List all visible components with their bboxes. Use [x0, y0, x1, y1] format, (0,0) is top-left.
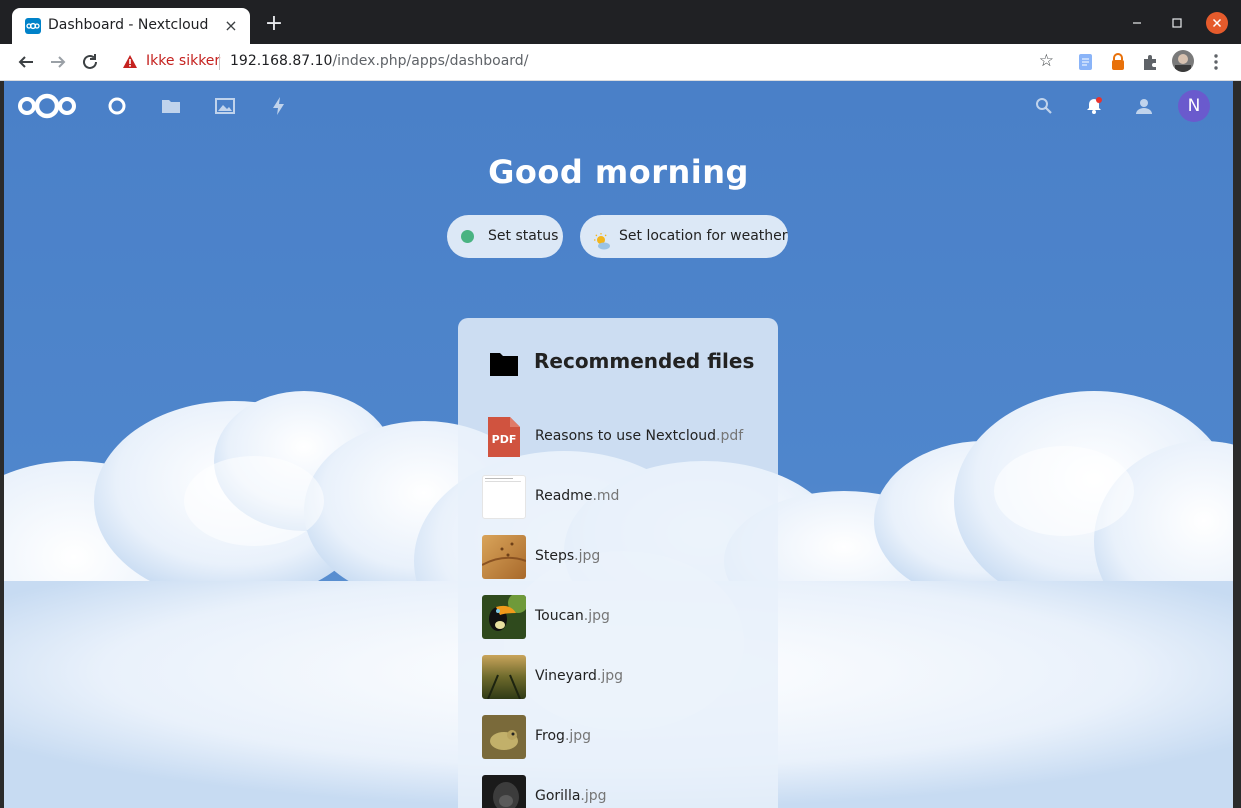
file-item[interactable]: Toucan.jpg — [482, 595, 772, 640]
security-label[interactable]: Ikke sikker — [146, 53, 220, 69]
image-thumbnail — [482, 655, 526, 699]
panel-title: Recommended files — [534, 349, 755, 373]
extensions-puzzle-icon[interactable] — [1140, 52, 1160, 72]
file-item[interactable]: Steps.jpg — [482, 535, 772, 580]
new-tab-button[interactable]: + — [262, 12, 286, 36]
forward-icon[interactable] — [46, 50, 70, 74]
weather-location-label: Set location for weather — [619, 228, 788, 244]
file-item[interactable]: Readme.md — [482, 475, 772, 520]
extension-lock-icon[interactable] — [1108, 52, 1128, 72]
nextcloud-page: N Good morning Set status Set location f… — [4, 81, 1233, 808]
search-icon[interactable] — [1032, 94, 1056, 118]
window-close-icon[interactable] — [1206, 12, 1228, 34]
status-online-icon — [461, 230, 474, 243]
file-item[interactable]: PDF Reasons to use Nextcloud.pdf — [482, 415, 772, 460]
set-status-label: Set status — [488, 228, 559, 244]
tab-bar: Dashboard - Nextcloud × + — [0, 0, 1241, 44]
photos-icon[interactable] — [213, 94, 237, 118]
image-thumbnail — [482, 775, 526, 808]
file-item[interactable]: Frog.jpg — [482, 715, 772, 760]
file-extension: .jpg — [583, 608, 610, 624]
files-icon[interactable] — [159, 94, 183, 118]
file-name: Gorilla — [535, 788, 581, 804]
back-icon[interactable] — [14, 50, 38, 74]
user-avatar[interactable]: N — [1178, 90, 1210, 122]
nextcloud-logo-icon[interactable] — [16, 91, 78, 121]
contacts-icon[interactable] — [1132, 94, 1156, 118]
tab-dashboard[interactable]: Dashboard - Nextcloud × — [12, 8, 250, 44]
activity-icon[interactable] — [267, 94, 291, 118]
separator — [219, 54, 220, 70]
image-thumbnail — [482, 535, 526, 579]
weather-sun-cloud-icon — [592, 227, 612, 270]
notifications-icon[interactable] — [1082, 94, 1106, 118]
browser-window: Dashboard - Nextcloud × + Ikke sikker 19… — [0, 0, 1241, 808]
browser-menu-icon[interactable] — [1206, 52, 1226, 72]
folder-icon — [489, 351, 519, 381]
profile-avatar-icon[interactable] — [1172, 50, 1194, 72]
extension-notes-icon[interactable] — [1076, 52, 1096, 72]
bookmark-star-icon[interactable]: ☆ — [1039, 51, 1054, 71]
app-header: N — [4, 81, 1233, 131]
recommended-files-panel: Recommended files PDF Reasons to use Nex… — [458, 318, 778, 808]
minimize-icon[interactable] — [1126, 12, 1148, 34]
tab-title: Dashboard - Nextcloud — [48, 17, 209, 33]
file-item[interactable]: Vineyard.jpg — [482, 655, 772, 700]
set-status-button[interactable]: Set status — [447, 215, 563, 258]
file-extension: .jpg — [580, 788, 607, 804]
file-name: Reasons to use Nextcloud — [535, 428, 717, 444]
greeting-title: Good morning — [488, 153, 749, 191]
dashboard-icon[interactable] — [105, 94, 129, 118]
file-item[interactable]: Gorilla.jpg — [482, 775, 772, 808]
image-thumbnail — [482, 595, 526, 639]
file-name: Toucan — [535, 608, 584, 624]
warning-icon — [122, 54, 138, 74]
file-extension: .jpg — [574, 548, 601, 564]
file-extension: .jpg — [564, 728, 592, 744]
file-name: Readme — [535, 488, 593, 504]
browser-toolbar: Ikke sikker 192.168.87.10/index.php/apps… — [0, 44, 1241, 81]
file-name: Steps — [535, 548, 575, 564]
image-thumbnail — [482, 715, 526, 759]
maximize-icon[interactable] — [1166, 12, 1188, 34]
file-extension: .jpg — [596, 668, 624, 684]
nextcloud-favicon-icon — [25, 18, 41, 34]
file-name: Vineyard — [535, 668, 597, 684]
address-bar[interactable]: Ikke sikker 192.168.87.10/index.php/apps… — [112, 48, 1064, 76]
tab-close-icon[interactable]: × — [222, 17, 240, 35]
url-text[interactable]: 192.168.87.10/index.php/apps/dashboard/ — [230, 53, 528, 69]
pdf-file-icon: PDF — [482, 415, 526, 459]
file-extension: .md — [592, 488, 620, 504]
file-extension: .pdf — [716, 428, 744, 444]
reload-icon[interactable] — [78, 50, 102, 74]
svg-text:PDF: PDF — [492, 433, 517, 446]
weather-location-button[interactable]: Set location for weather — [580, 215, 788, 258]
document-thumbnail — [482, 475, 526, 519]
file-name: Frog — [535, 728, 565, 744]
